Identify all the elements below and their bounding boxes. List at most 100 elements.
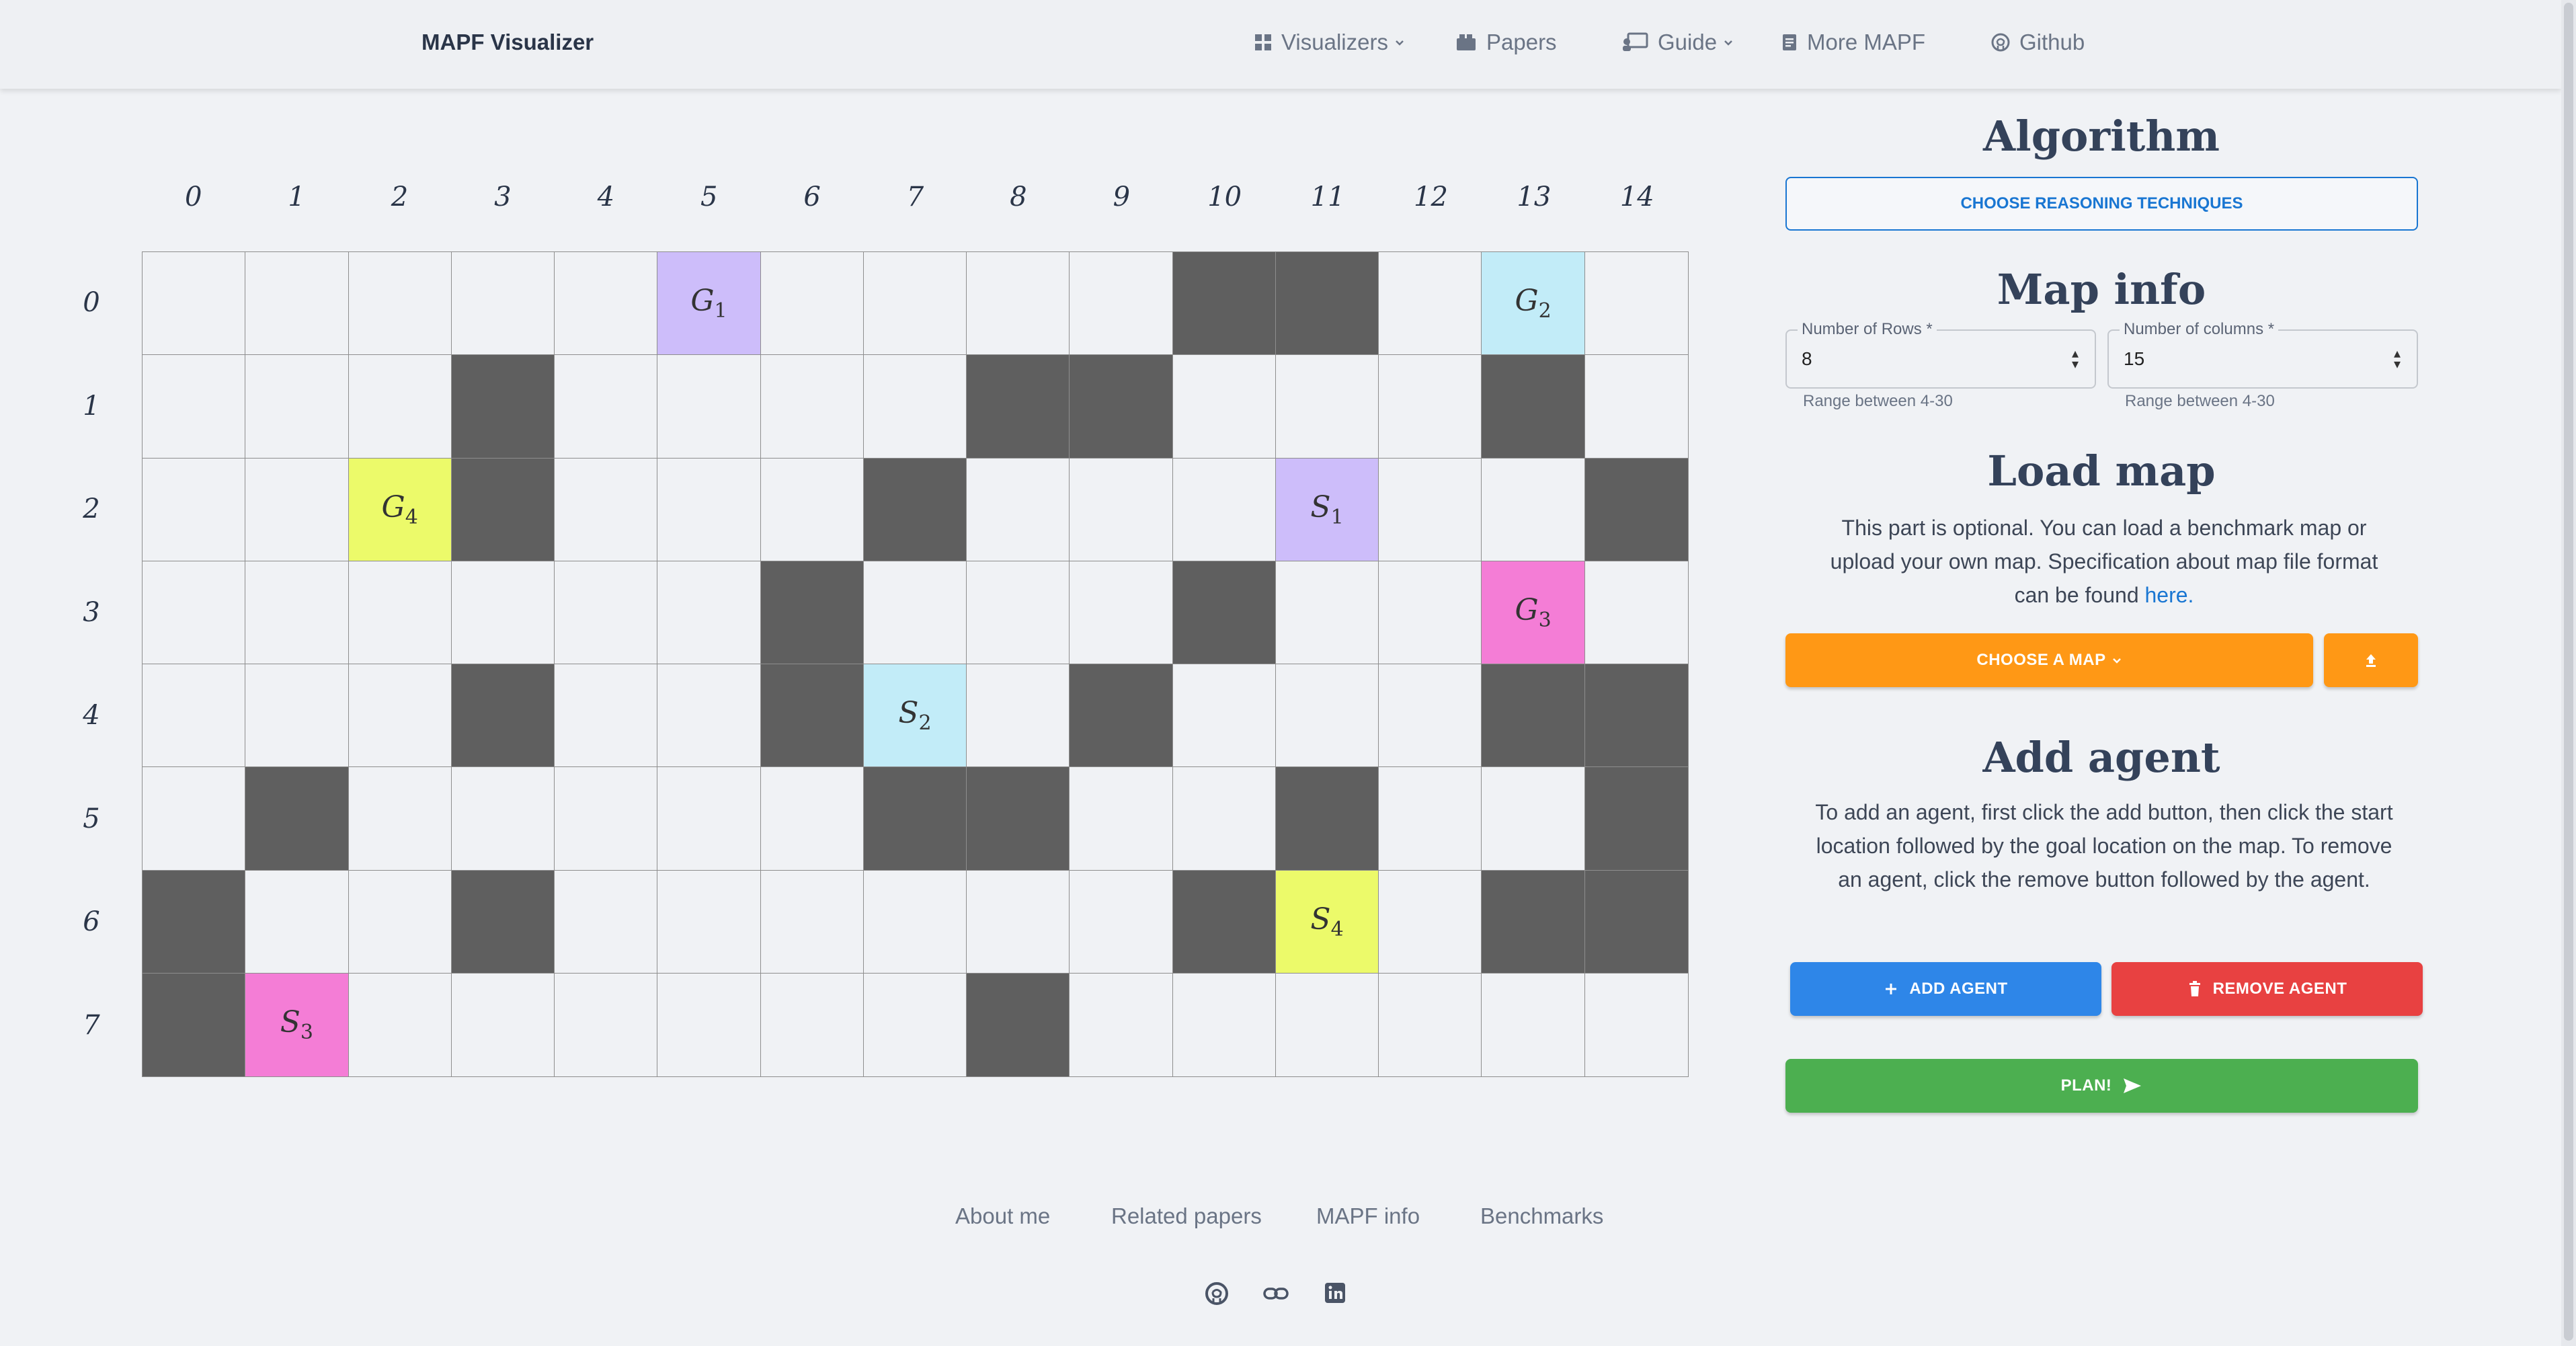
empty-cell[interactable] (555, 458, 658, 561)
obstacle-cell[interactable] (967, 767, 1070, 871)
empty-cell[interactable] (1482, 458, 1585, 561)
empty-cell[interactable] (1172, 973, 1276, 1076)
obstacle-cell[interactable] (451, 870, 555, 974)
empty-cell[interactable] (555, 561, 658, 664)
obstacle-cell[interactable] (863, 458, 967, 561)
empty-cell[interactable] (348, 870, 452, 974)
empty-cell[interactable] (143, 458, 246, 561)
empty-cell[interactable] (760, 458, 864, 561)
empty-cell[interactable] (555, 664, 658, 768)
empty-cell[interactable] (348, 767, 452, 871)
empty-cell[interactable] (1275, 355, 1379, 459)
columns-field-value[interactable]: 15 (2124, 348, 2144, 370)
empty-cell[interactable] (657, 664, 761, 768)
footer-mapf-info[interactable]: MAPF info (1316, 1203, 1420, 1229)
obstacle-cell[interactable] (451, 355, 555, 459)
empty-cell[interactable] (657, 767, 761, 871)
empty-cell[interactable] (143, 664, 246, 768)
nav-papers[interactable]: Papers (1455, 30, 1557, 55)
linkedin-icon[interactable] (1324, 1281, 1346, 1304)
empty-cell[interactable] (1172, 767, 1276, 871)
obstacle-cell[interactable] (451, 664, 555, 768)
empty-cell[interactable] (1379, 355, 1482, 459)
nav-visualizers[interactable]: Visualizers (1254, 30, 1406, 55)
choose-reasoning-techniques-button[interactable]: CHOOSE REASONING TECHNIQUES (1785, 177, 2418, 231)
empty-cell[interactable] (760, 767, 864, 871)
agent-goal-cell[interactable]: G4 (348, 458, 452, 561)
empty-cell[interactable] (863, 252, 967, 356)
footer-benchmarks[interactable]: Benchmarks (1480, 1203, 1603, 1229)
obstacle-cell[interactable] (1584, 458, 1688, 561)
empty-cell[interactable] (1275, 561, 1379, 664)
empty-cell[interactable] (657, 458, 761, 561)
nav-guide[interactable]: Guide (1621, 30, 1734, 55)
obstacle-cell[interactable] (1172, 870, 1276, 974)
empty-cell[interactable] (143, 767, 246, 871)
empty-cell[interactable] (657, 355, 761, 459)
empty-cell[interactable] (245, 870, 349, 974)
agent-start-cell[interactable]: S2 (863, 664, 967, 768)
rows-field[interactable]: Number of Rows * 8 ▴ ▾ (1785, 320, 2096, 389)
columns-field[interactable]: Number of columns * 15 ▴ ▾ (2107, 320, 2418, 389)
footer-about-me[interactable]: About me (955, 1203, 1050, 1229)
empty-cell[interactable] (1379, 664, 1482, 768)
github-icon[interactable] (1205, 1281, 1229, 1306)
empty-cell[interactable] (967, 870, 1070, 974)
empty-cell[interactable] (760, 870, 864, 974)
agent-goal-cell[interactable]: G3 (1482, 561, 1585, 664)
nav-more-mapf[interactable]: More MAPF (1781, 30, 1925, 55)
empty-cell[interactable] (143, 355, 246, 459)
empty-cell[interactable] (143, 252, 246, 356)
empty-cell[interactable] (1482, 767, 1585, 871)
footer-related-papers[interactable]: Related papers (1111, 1203, 1262, 1229)
empty-cell[interactable] (348, 355, 452, 459)
obstacle-cell[interactable] (1584, 664, 1688, 768)
agent-goal-cell[interactable]: G1 (657, 252, 761, 356)
empty-cell[interactable] (1379, 973, 1482, 1076)
plan-button[interactable]: PLAN! (1785, 1059, 2418, 1113)
empty-cell[interactable] (1584, 252, 1688, 356)
empty-cell[interactable] (245, 252, 349, 356)
empty-cell[interactable] (1070, 870, 1173, 974)
empty-cell[interactable] (760, 973, 864, 1076)
obstacle-cell[interactable] (1172, 252, 1276, 356)
nav-github[interactable]: Github (1991, 30, 2085, 55)
empty-cell[interactable] (863, 355, 967, 459)
obstacle-cell[interactable] (1070, 664, 1173, 768)
empty-cell[interactable] (1172, 458, 1276, 561)
empty-cell[interactable] (1379, 561, 1482, 664)
obstacle-cell[interactable] (1275, 767, 1379, 871)
empty-cell[interactable] (451, 561, 555, 664)
empty-cell[interactable] (245, 355, 349, 459)
empty-cell[interactable] (1584, 973, 1688, 1076)
empty-cell[interactable] (348, 561, 452, 664)
columns-stepper-icon[interactable]: ▴ ▾ (2394, 347, 2401, 371)
empty-cell[interactable] (1379, 458, 1482, 561)
obstacle-cell[interactable] (1070, 355, 1173, 459)
obstacle-cell[interactable] (451, 458, 555, 561)
agent-start-cell[interactable]: S1 (1275, 458, 1379, 561)
empty-cell[interactable] (1275, 973, 1379, 1076)
empty-cell[interactable] (245, 458, 349, 561)
obstacle-cell[interactable] (967, 355, 1070, 459)
obstacle-cell[interactable] (1482, 664, 1585, 768)
obstacle-cell[interactable] (863, 767, 967, 871)
empty-cell[interactable] (1070, 561, 1173, 664)
empty-cell[interactable] (451, 767, 555, 871)
obstacle-cell[interactable] (1584, 767, 1688, 871)
obstacle-cell[interactable] (245, 767, 349, 871)
empty-cell[interactable] (1070, 458, 1173, 561)
agent-start-cell[interactable]: S3 (245, 973, 349, 1076)
rows-stepper-icon[interactable]: ▴ ▾ (2072, 347, 2079, 371)
empty-cell[interactable] (760, 355, 864, 459)
empty-cell[interactable] (451, 973, 555, 1076)
add-agent-button[interactable]: ADD AGENT (1790, 962, 2101, 1016)
empty-cell[interactable] (1584, 355, 1688, 459)
obstacle-cell[interactable] (1482, 355, 1585, 459)
empty-cell[interactable] (348, 664, 452, 768)
empty-cell[interactable] (760, 252, 864, 356)
obstacle-cell[interactable] (760, 561, 864, 664)
obstacle-cell[interactable] (967, 973, 1070, 1076)
empty-cell[interactable] (657, 870, 761, 974)
choose-map-button[interactable]: CHOOSE A MAP (1785, 633, 2313, 687)
